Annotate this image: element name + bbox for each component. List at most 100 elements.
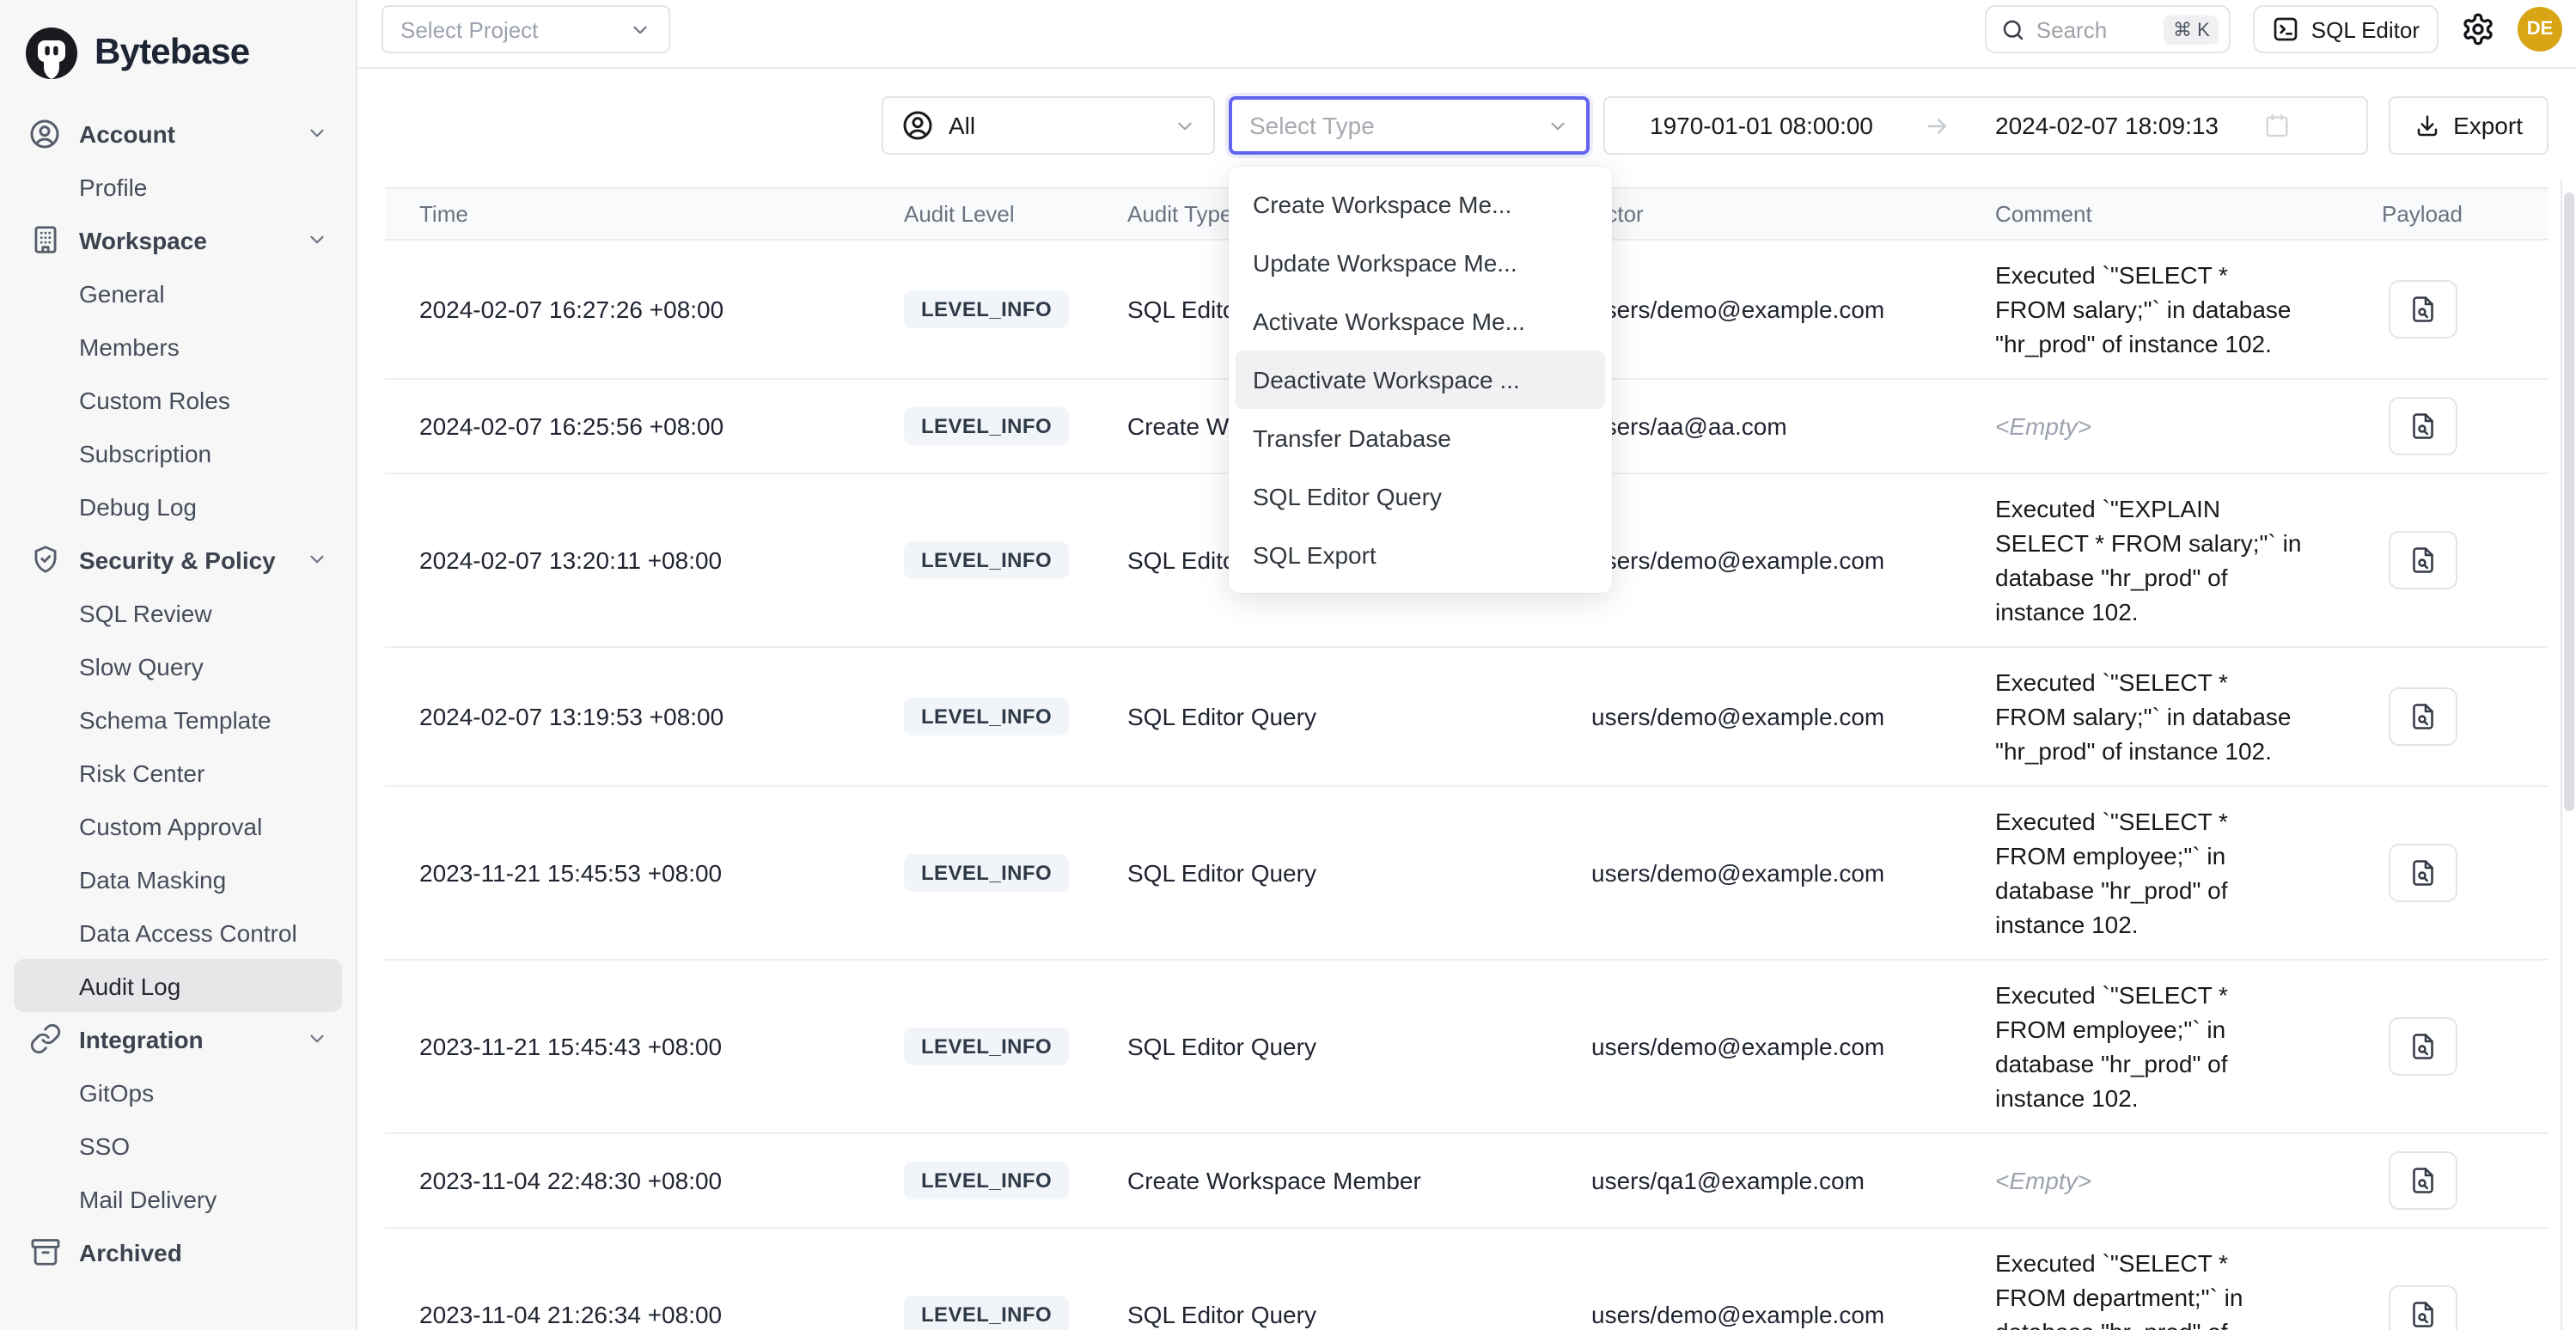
payload-view-button[interactable] [2388,531,2457,589]
payload-view-button[interactable] [2388,397,2457,455]
column-header-time: Time [385,201,870,227]
settings-gear-icon[interactable] [2461,12,2495,46]
type-filter-select[interactable]: Select Type [1229,96,1590,155]
table-row: 2023-11-04 22:48:30 +08:00 LEVEL_INFO Cr… [385,1134,2549,1229]
column-header-audit-level: Audit Level [870,201,1093,227]
sidebar-item-general[interactable]: General [14,266,342,320]
dropdown-option-sql-export[interactable]: SQL Export [1236,526,1605,584]
comment-text: Executed `"SELECT * FROM employee;"` in … [1995,981,2228,1112]
sidebar-item-label: Integration [79,1025,204,1052]
dropdown-option-create-workspace-me[interactable]: Create Workspace Me... [1236,175,1605,234]
sidebar-item-data-access-control[interactable]: Data Access Control [14,906,342,959]
file-search-icon [2407,1031,2438,1062]
actor-cell: users/demo@example.com [1557,296,1961,323]
date-range-picker[interactable]: 1970-01-01 08:00:00 2024-02-07 18:09:13 [1603,96,2368,155]
payload-view-button[interactable] [2388,687,2457,746]
sidebar-item-label: General [79,279,165,307]
sidebar-item-security-policy[interactable]: Security & Policy [14,533,342,586]
sidebar-item-subscription[interactable]: Subscription [14,426,342,479]
sidebar-item-label: Schema Template [79,705,272,733]
sidebar-item-schema-template[interactable]: Schema Template [14,692,342,746]
sidebar-item-label: Debug Log [79,492,197,520]
sidebar-item-slow-query[interactable]: Slow Query [14,639,342,692]
time-cell: 2024-02-07 16:25:56 +08:00 [385,412,870,440]
level-badge: LEVEL_INFO [904,1028,1069,1065]
actor-cell: users/demo@example.com [1557,546,1961,574]
payload-view-button[interactable] [2388,280,2457,339]
comment-cell: Executed `"SELECT * FROM salary;"` in da… [1961,258,2304,361]
user-avatar[interactable]: DE [2518,7,2562,52]
payload-view-button[interactable] [2388,1151,2457,1210]
sidebar-item-archived[interactable]: Archived [14,1225,342,1278]
sidebar-item-label: Members [79,332,180,360]
search-input[interactable]: Search ⌘ K [1985,5,2231,53]
sidebar-item-label: Slow Query [79,652,204,680]
sidebar-item-mail-delivery[interactable]: Mail Delivery [14,1172,342,1225]
sidebar-item-custom-approval[interactable]: Custom Approval [14,799,342,852]
dropdown-option-activate-workspace-me[interactable]: Activate Workspace Me... [1236,292,1605,351]
sidebar-item-account[interactable]: Account [14,107,342,160]
scrollbar-track[interactable] [2561,180,2576,1330]
payload-view-button[interactable] [2388,1285,2457,1330]
sidebar-item-members[interactable]: Members [14,320,342,373]
sidebar-item-label: Security & Policy [79,546,276,573]
file-search-icon [2407,857,2438,888]
file-search-icon [2407,545,2438,576]
calendar-icon [2263,112,2291,139]
sidebar-item-audit-log[interactable]: Audit Log [14,959,342,1012]
comment-text: Executed `"EXPLAIN SELECT * FROM salary;… [1995,495,2301,625]
sidebar-item-label: Custom Roles [79,386,230,413]
payload-cell [2304,397,2540,455]
actor-cell: users/demo@example.com [1557,1033,1961,1060]
chevron-down-icon [306,122,328,144]
comment-cell: Executed `"SELECT * FROM salary;"` in da… [1961,665,2304,768]
bytebase-logo-icon [24,26,79,81]
sidebar-item-debug-log[interactable]: Debug Log [14,479,342,533]
payload-view-button[interactable] [2388,844,2457,902]
level-badge: LEVEL_INFO [904,854,1069,892]
actor-cell: users/demo@example.com [1557,703,1961,730]
sidebar-item-label: Subscription [79,439,211,467]
chevron-down-icon [306,548,328,570]
sidebar-item-sql-review[interactable]: SQL Review [14,586,342,639]
level-badge: LEVEL_INFO [904,541,1069,579]
file-search-icon [2407,1299,2438,1330]
sidebar-item-label: Data Masking [79,865,226,893]
sidebar-item-workspace[interactable]: Workspace [14,213,342,266]
sidebar-item-sso[interactable]: SSO [14,1119,342,1172]
comment-cell: <Empty> [1961,1163,2304,1198]
payload-cell [2304,844,2540,902]
dropdown-option-sql-editor-query[interactable]: SQL Editor Query [1236,467,1605,526]
actor-filter-value: All [949,112,975,139]
sidebar-item-gitops[interactable]: GitOps [14,1065,342,1119]
topbar: Select Project Search ⌘ K SQL [357,0,2576,69]
dropdown-option-transfer-database[interactable]: Transfer Database [1236,409,1605,467]
sql-editor-button[interactable]: SQL Editor [2253,5,2439,53]
sidebar-item-custom-roles[interactable]: Custom Roles [14,373,342,426]
sidebar-item-data-masking[interactable]: Data Masking [14,852,342,906]
sidebar-item-profile[interactable]: Profile [14,160,342,213]
app-window: Bytebase AccountProfileWorkspace General M… [0,0,2576,1330]
table-row: 2023-11-21 15:45:53 +08:00 LEVEL_INFO SQ… [385,787,2549,961]
time-cell: 2024-02-07 13:19:53 +08:00 [385,703,870,730]
actor-filter-select[interactable]: All [882,96,1215,155]
project-selector[interactable]: Select Project [382,5,670,53]
time-cell: 2023-11-21 15:45:43 +08:00 [385,1033,870,1060]
brand-logo[interactable]: Bytebase [0,17,356,89]
export-button[interactable]: Export [2388,96,2549,155]
payload-view-button[interactable] [2388,1017,2457,1076]
dropdown-option-update-workspace-me[interactable]: Update Workspace Me... [1236,234,1605,292]
type-filter-placeholder: Select Type [1249,112,1375,139]
sidebar-item-integration[interactable]: Integration [14,1012,342,1065]
time-cell: 2024-02-07 16:27:26 +08:00 [385,296,870,323]
payload-cell [2304,1285,2540,1330]
brand-name: Bytebase [95,33,249,74]
download-icon [2414,113,2439,138]
arrow-right-icon [1925,113,1950,138]
sidebar-item-risk-center[interactable]: Risk Center [14,746,342,799]
dropdown-option-deactivate-workspace[interactable]: Deactivate Workspace ... [1236,351,1605,409]
scrollbar-thumb[interactable] [2564,192,2574,811]
main-area: Select Project Search ⌘ K SQL [357,0,2576,1330]
filter-bar: All Select Type 1970-01-01 08:00:00 [882,96,2549,155]
table-row: 2023-11-04 21:26:34 +08:00 LEVEL_INFO SQ… [385,1229,2549,1330]
